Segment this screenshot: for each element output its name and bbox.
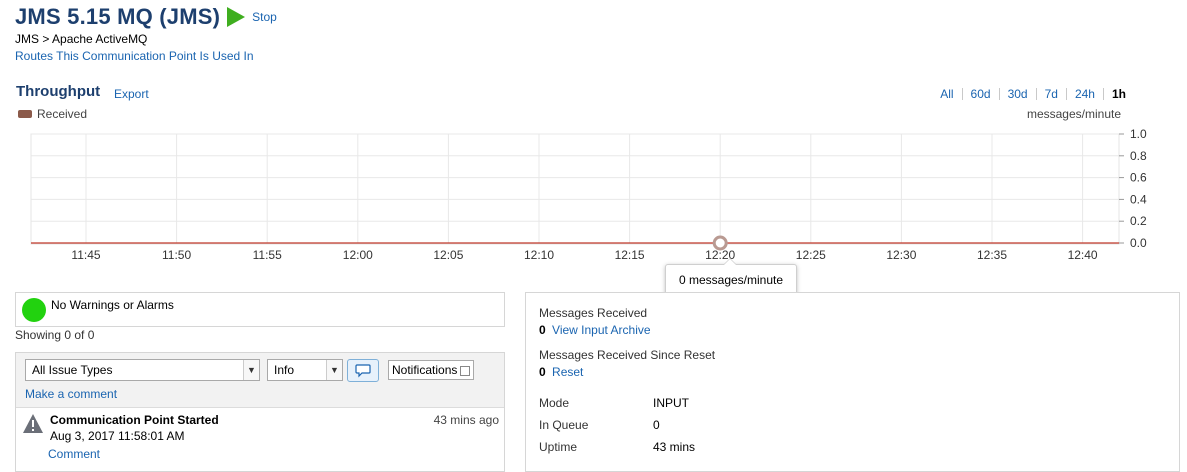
- throughput-chart[interactable]: 11:45 11:50 11:55 12:00 12:05 12:10 12:15 12:20…: [0, 0, 1187, 270]
- in-queue-label: In Queue: [539, 418, 589, 432]
- speech-bubble-icon: [355, 363, 371, 377]
- notifications-toggle[interactable]: Notifications: [388, 360, 475, 380]
- x-tick-label: 12:10: [524, 248, 554, 262]
- hover-point: [712, 235, 728, 251]
- x-tick-label: 12:05: [433, 248, 463, 262]
- event-date: Aug 3, 2017 11:58:01 AM: [50, 429, 185, 443]
- x-tick-label: 12:00: [343, 248, 373, 262]
- issues-panel: All Issue Types ▼ Info ▼ Notifications M…: [15, 352, 505, 472]
- notifications-label: Notifications: [392, 363, 458, 377]
- y-tick-label: 0.8: [1130, 149, 1147, 163]
- x-tick-label: 12:25: [796, 248, 826, 262]
- x-tick-label: 12:30: [886, 248, 916, 262]
- uptime-value: 43 mins: [653, 440, 696, 454]
- event-comment-link[interactable]: Comment: [48, 447, 100, 461]
- chevron-down-icon: ▼: [326, 360, 342, 380]
- x-axis: 11:45 11:50 11:55 12:00 12:05 12:10 12:15 12:20…: [71, 248, 1098, 262]
- chart-plot-area: [30, 133, 1120, 245]
- comment-button[interactable]: [347, 359, 379, 382]
- make-comment-link[interactable]: Make a comment: [25, 387, 117, 401]
- warning-icon: [23, 414, 43, 433]
- in-queue-value: 0: [653, 418, 660, 432]
- warnings-panel: No Warnings or Alarms: [15, 292, 505, 327]
- since-reset-label: Messages Received Since Reset: [539, 348, 716, 362]
- issue-type-value: All Issue Types: [32, 363, 113, 377]
- event-title: Communication Point Started: [50, 413, 219, 427]
- issue-level-value: Info: [274, 363, 295, 377]
- x-tick-label: 11:50: [162, 248, 191, 262]
- warnings-text: No Warnings or Alarms: [51, 298, 174, 312]
- event-time-ago: 43 mins ago: [433, 413, 499, 427]
- x-tick-label: 12:40: [1068, 248, 1098, 262]
- reset-link[interactable]: Reset: [552, 365, 583, 379]
- y-axis: 0.0 0.2 0.4 0.6 0.8 1.0: [1119, 127, 1147, 250]
- y-tick-label: 0.4: [1130, 192, 1147, 206]
- y-tick-label: 0.6: [1130, 171, 1147, 185]
- hover-marker: [712, 235, 728, 251]
- stats-panel: Messages Received 0 View Input Archive M…: [525, 292, 1180, 472]
- messages-received-row: 0 View Input Archive: [539, 323, 651, 337]
- mode-value: INPUT: [653, 396, 689, 410]
- chevron-down-icon: ▼: [243, 360, 259, 380]
- x-tick-label: 12:35: [977, 248, 1007, 262]
- messages-received-label: Messages Received: [539, 306, 648, 320]
- issues-toolbar: All Issue Types ▼ Info ▼ Notifications M…: [16, 353, 504, 408]
- y-tick-label: 0.0: [1130, 236, 1147, 250]
- issue-level-select[interactable]: Info ▼: [267, 359, 343, 381]
- status-ok-icon: [22, 298, 46, 322]
- uptime-label: Uptime: [539, 440, 578, 454]
- y-tick-label: 1.0: [1130, 127, 1147, 141]
- view-input-archive-link[interactable]: View Input Archive: [552, 323, 651, 337]
- showing-count: Showing 0 of 0: [15, 328, 95, 342]
- x-tick-label: 12:15: [615, 248, 645, 262]
- notifications-checkbox[interactable]: [460, 366, 471, 376]
- y-tick-label: 0.2: [1130, 214, 1147, 228]
- since-reset-value: 0: [539, 365, 546, 379]
- list-item: Communication Point Started 43 mins ago …: [16, 408, 504, 468]
- mode-label: Mode: [539, 396, 570, 410]
- x-tick-label: 11:45: [71, 248, 100, 262]
- since-reset-row: 0 Reset: [539, 365, 583, 379]
- messages-received-value: 0: [539, 323, 546, 337]
- x-tick-label: 11:55: [253, 248, 282, 262]
- issue-type-select[interactable]: All Issue Types ▼: [25, 359, 260, 381]
